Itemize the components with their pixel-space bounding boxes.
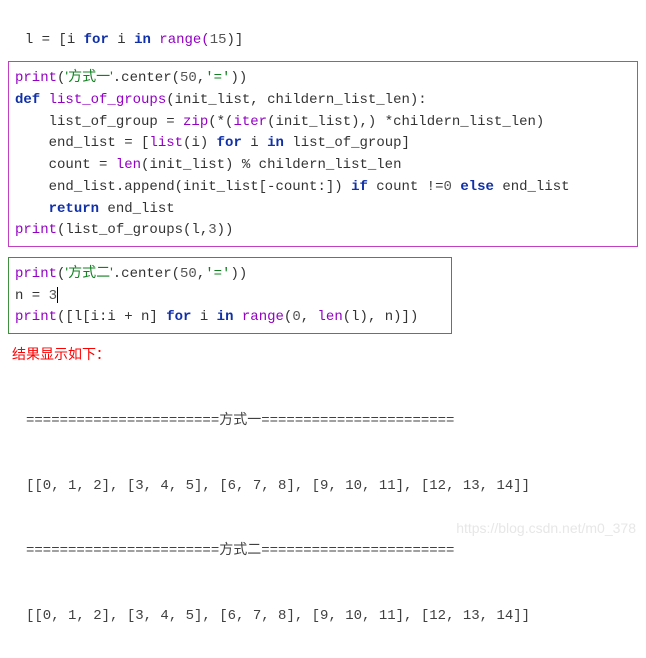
num: 50 — [180, 266, 197, 282]
fn-list: list — [149, 135, 183, 151]
txt: (i) — [183, 135, 217, 151]
txt: (init_list, childern_list_len): — [166, 92, 426, 108]
fn-len: len — [318, 309, 343, 325]
txt: end_list.append(init_list[-count:]) — [49, 179, 351, 195]
kw-return: return — [49, 201, 99, 217]
num: 50 — [180, 70, 197, 86]
txt: count = — [49, 157, 116, 173]
kw-in: in — [267, 135, 284, 151]
txt: end_list = [ — [49, 135, 150, 151]
txt: list_of_group = — [49, 114, 183, 130]
txt: i — [242, 135, 267, 151]
kw-if: if — [351, 179, 368, 195]
num: 3 — [49, 288, 57, 304]
b1-l8: print(list_of_groups(l,3)) — [15, 220, 631, 242]
b1-l1: print('方式一'.center(50,'=')) — [15, 66, 631, 90]
output-block: =======================方式一==============… — [8, 368, 638, 650]
txt: (list_of_groups(l, — [57, 222, 208, 238]
code-top-line: l = [i for i in range(15)] — [8, 8, 638, 51]
fn-range: range( — [151, 32, 210, 48]
num: 0 — [292, 309, 300, 325]
output-line: =======================方式一==============… — [26, 411, 638, 433]
txt: i — [109, 32, 134, 48]
fn-print: print — [15, 309, 57, 325]
b2-l1: print('方式二'.center(50,'=')) — [15, 262, 445, 286]
fn-print: print — [15, 70, 57, 86]
fn-len: len — [116, 157, 141, 173]
txt: , — [197, 70, 205, 86]
code-block-1: print('方式一'.center(50,'=')) def list_of_… — [8, 61, 638, 247]
indent — [15, 157, 49, 173]
num-15: 15 — [210, 32, 227, 48]
indent — [15, 135, 49, 151]
txt: , — [197, 266, 205, 282]
num: 3 — [208, 222, 216, 238]
str: '=' — [205, 70, 230, 86]
txt: i — [191, 309, 216, 325]
kw-for: for — [84, 32, 109, 48]
var-l: l — [25, 32, 33, 48]
txt: )) — [217, 222, 234, 238]
txt: list_of_group] — [284, 135, 410, 151]
fn-range: range — [242, 309, 284, 325]
b2-l2: n = 3 — [15, 286, 445, 308]
txt: (*( — [208, 114, 233, 130]
fn-print: print — [15, 222, 57, 238]
indent — [15, 201, 49, 217]
kw-for: for — [217, 135, 242, 151]
txt: = [i — [33, 32, 83, 48]
txt: )) — [230, 266, 247, 282]
fn-print: print — [15, 266, 57, 282]
b1-l3: list_of_group = zip(*(iter(init_list),) … — [15, 112, 631, 134]
kw-in: in — [217, 309, 234, 325]
txt: )) — [230, 70, 247, 86]
code-block-2: print('方式二'.center(50,'=')) n = 3 print(… — [8, 257, 452, 334]
indent — [15, 114, 49, 130]
str: '=' — [205, 266, 230, 282]
txt: (init_list) % childern_list_len — [141, 157, 401, 173]
b1-l5: count = len(init_list) % childern_list_l… — [15, 155, 631, 177]
result-label: 结果显示如下： — [12, 344, 638, 366]
text-cursor — [57, 287, 58, 303]
str: '方式一' — [65, 68, 112, 84]
txt: , — [301, 309, 318, 325]
txt: (init_list),) *childern_list_len) — [267, 114, 544, 130]
kw-in: in — [134, 32, 151, 48]
txt: .center( — [113, 266, 180, 282]
kw-def: def — [15, 92, 40, 108]
num: 0 — [444, 179, 452, 195]
b1-l2: def list_of_groups(init_list, childern_l… — [15, 90, 631, 112]
b2-l3: print([l[i:i + n] for i in range(0, len(… — [15, 307, 445, 329]
txt: )] — [227, 32, 244, 48]
txt: end_list — [99, 201, 175, 217]
indent — [15, 179, 49, 195]
txt — [233, 309, 241, 325]
b1-l6: end_list.append(init_list[-count:]) if c… — [15, 177, 631, 199]
b1-l4: end_list = [list(i) for i in list_of_gro… — [15, 133, 631, 155]
kw-for: for — [166, 309, 191, 325]
txt: (l), n)]) — [343, 309, 419, 325]
str: '方式二' — [65, 264, 112, 280]
output-line: [[0, 1, 2], [3, 4, 5], [6, 7, 8], [9, 10… — [26, 476, 638, 498]
output-line: [[0, 1, 2], [3, 4, 5], [6, 7, 8], [9, 10… — [26, 606, 638, 628]
txt: n = — [15, 288, 49, 304]
txt: ([l[i:i + n] — [57, 309, 166, 325]
txt: .center( — [113, 70, 180, 86]
txt: end_list — [494, 179, 570, 195]
kw-else: else — [460, 179, 494, 195]
txt: count != — [368, 179, 444, 195]
b1-l7: return end_list — [15, 199, 631, 221]
fn-name: list_of_groups — [40, 92, 166, 108]
fn-zip: zip — [183, 114, 208, 130]
output-line: =======================方式二==============… — [26, 541, 638, 563]
fn-iter: iter — [233, 114, 267, 130]
